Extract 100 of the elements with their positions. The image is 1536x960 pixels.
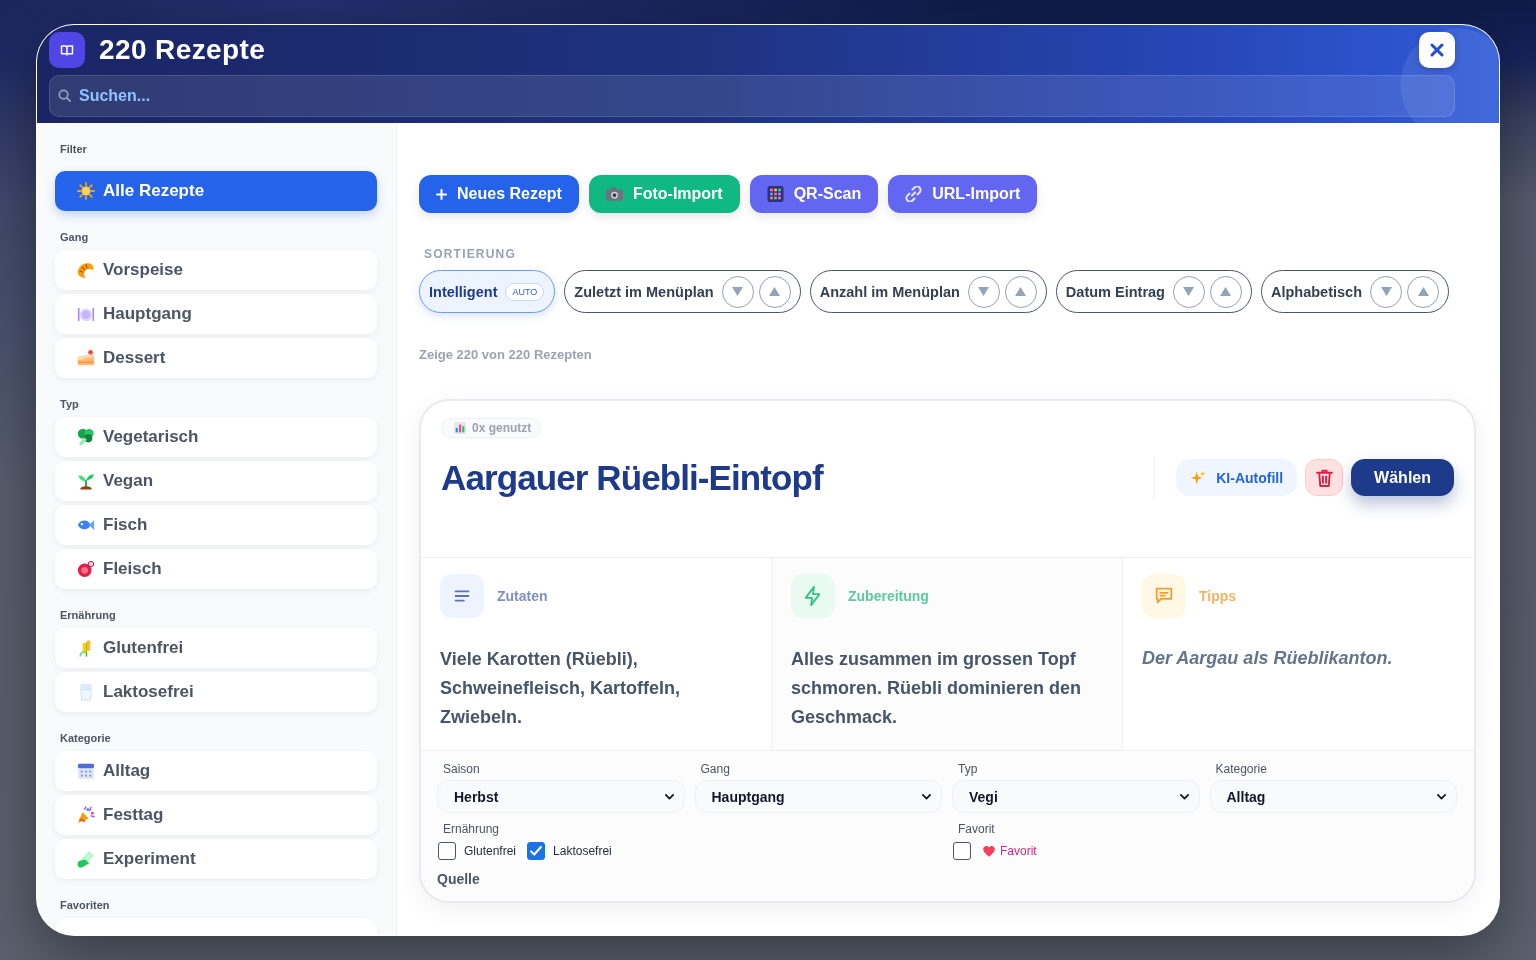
sort-option[interactable]: Alphabetisch [1260, 270, 1449, 313]
modal-title: 220 Rezepte [99, 33, 266, 67]
result-count: Zeige 220 von 220 Rezepten [419, 348, 593, 362]
field-label: Gang [699, 763, 730, 776]
message-icon [1142, 574, 1186, 618]
field-label: Kategorie [1214, 763, 1267, 776]
sort-ascending-button[interactable] [758, 275, 791, 308]
toolbar-button[interactable]: Neues Rezept [419, 175, 579, 213]
section-label: Gang [59, 230, 90, 244]
autofill-button[interactable]: KI-Autofill [1176, 459, 1298, 496]
link-icon [905, 186, 923, 202]
select-field[interactable]: Hauptgang [694, 780, 942, 813]
triangle-up-icon [768, 286, 782, 297]
sort-option[interactable]: Intelligent AUTO [419, 270, 556, 313]
plate-icon [77, 305, 95, 323]
toolbar-button[interactable]: URL-Import [888, 175, 1038, 213]
checkbox[interactable] [527, 842, 546, 860]
sort-descending-button[interactable] [1172, 275, 1205, 308]
field-label: Saison [442, 763, 480, 776]
usage-count: 0x genutzt [472, 421, 532, 435]
glass-icon [77, 683, 95, 701]
sidebar-item[interactable]: Vegetarisch [55, 417, 377, 457]
plus-icon [436, 188, 447, 200]
sort-ascending-button[interactable] [1209, 275, 1242, 308]
sidebar-item[interactable]: Fleisch [55, 549, 377, 589]
sort-option[interactable]: Zuletzt im Menüplan [564, 270, 801, 313]
broccoli-icon [77, 428, 95, 446]
checkbox-label: Glutenfrei [464, 844, 517, 858]
sort-descending-button[interactable] [721, 275, 754, 308]
chevron-down-icon [1437, 793, 1446, 800]
book-icon [49, 32, 85, 68]
sidebar-item[interactable]: Hauptgang [55, 294, 377, 334]
sort-option[interactable]: Datum Eintrag [1055, 270, 1252, 313]
sidebar-item[interactable]: Vorspeise [55, 250, 377, 290]
calendar-icon [77, 762, 95, 780]
sort-descending-button[interactable] [1370, 275, 1402, 308]
sort-label: SORTIERUNG [423, 247, 517, 261]
section-label: Favoriten [59, 898, 111, 912]
delete-button[interactable] [1305, 459, 1344, 496]
bar-chart-icon [454, 422, 466, 434]
checkbox[interactable] [953, 842, 971, 860]
party-popper-icon [77, 806, 95, 824]
sidebar-item[interactable]: Experiment [55, 839, 377, 879]
choose-button[interactable]: Wählen [1351, 459, 1454, 496]
chevron-down-icon [922, 793, 931, 800]
sidebar-item[interactable]: Alle Rezepte [55, 171, 377, 211]
trash-icon [1315, 468, 1333, 487]
sidebar-item[interactable]: Dessert [55, 338, 377, 378]
sort-ascending-button[interactable] [1004, 275, 1037, 308]
triangle-down-icon [977, 286, 991, 297]
section-text: Alles zusammen im grossen Topf schmoren. Rüebli dominieren den Geschmack. [791, 648, 1083, 729]
favorite-label: Favorit [1000, 844, 1037, 858]
close-button[interactable] [1419, 32, 1455, 68]
heart-icon [983, 845, 995, 857]
sidebar-item[interactable]: Alltag [55, 751, 377, 791]
section-title: Zutaten [497, 588, 548, 604]
section-text: Der Aargau als Rüeblikanton. [1142, 647, 1394, 670]
field-label: Typ [957, 763, 978, 776]
chevron-down-icon [1179, 793, 1189, 800]
sidebar-item[interactable]: Festtag [55, 795, 377, 835]
checkmark-icon [528, 843, 545, 859]
select-field[interactable]: Herbst [437, 780, 685, 813]
triangle-up-icon [1416, 286, 1430, 297]
checkbox[interactable] [438, 842, 456, 860]
recipe-title: Aargauer Rüebli-Eintopf [441, 457, 823, 498]
select-field[interactable]: Vegi [952, 780, 1200, 813]
close-icon [1430, 43, 1444, 57]
grid-icon [766, 186, 784, 202]
section-label: Ernährung [59, 608, 117, 622]
section-label: Kategorie [59, 731, 112, 745]
sort-option[interactable]: Anzahl im Menüplan [809, 270, 1047, 313]
section-text: Viele Karotten (Rüebli), Schweinefleisch, Kartoffeln, Zwiebeln. [440, 648, 682, 729]
sort-ascending-button[interactable] [1407, 275, 1439, 308]
sidebar-item[interactable]: Vegan [55, 461, 377, 501]
section-label: Typ [59, 397, 80, 411]
sidebar-item[interactable]: Fisch [55, 505, 377, 545]
cake-icon [77, 349, 95, 367]
section-title: Zubereitung [848, 588, 929, 604]
camera-icon [605, 186, 623, 202]
sidebar-item[interactable]: Glutenfrei [55, 628, 377, 668]
select-field[interactable]: Alltag [1209, 780, 1457, 813]
section-label: Filter [59, 142, 88, 156]
triangle-down-icon [1182, 286, 1196, 297]
list-icon [440, 574, 484, 618]
toolbar-button[interactable]: QR-Scan [749, 175, 879, 213]
auto-badge: AUTO [505, 282, 545, 301]
croissant-icon [77, 261, 95, 279]
search-icon [58, 89, 71, 102]
lightning-icon [791, 574, 835, 618]
checkbox-label: Laktosefrei [553, 844, 612, 858]
meat-icon [77, 560, 95, 578]
field-label: Ernährung [442, 823, 500, 836]
sort-descending-button[interactable] [967, 275, 1000, 308]
chevron-down-icon [664, 793, 674, 800]
triangle-up-icon [1014, 286, 1028, 297]
triangle-up-icon [1219, 286, 1233, 297]
test-tube-icon [77, 850, 95, 868]
section-title: Tipps [1199, 588, 1237, 604]
field-label: Quelle [437, 871, 480, 887]
sidebar-item[interactable]: Laktosefrei [55, 672, 377, 712]
